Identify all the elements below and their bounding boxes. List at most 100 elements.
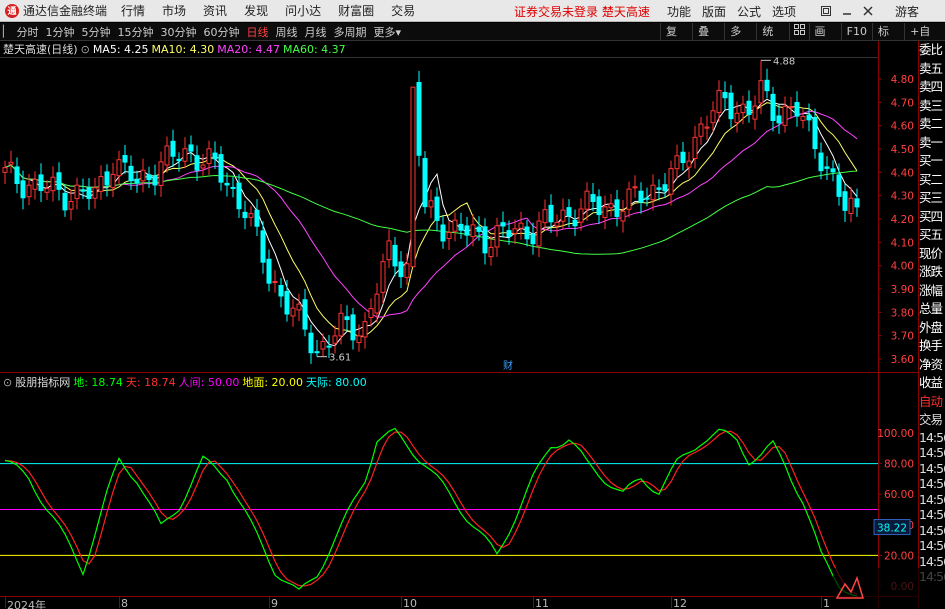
ma10-value: MA10: 4.30 [151, 42, 215, 56]
candle-body [824, 166, 830, 169]
candle-body [698, 123, 704, 137]
ma-settings-icon[interactable]: ⊙ [81, 43, 90, 56]
candle-body [680, 151, 686, 164]
chart-area[interactable]: 4.88 3.61 财 4.80 4.70 4.60 4.50 4.40 4.30 4.20 4.… [0, 41, 918, 609]
candle-body [620, 210, 626, 222]
candle-body [38, 174, 44, 192]
candle-body [140, 169, 146, 182]
indicator-settings-icon[interactable]: ⊙ [3, 376, 12, 389]
tab-auto[interactable]: 自动 [919, 393, 945, 412]
candle-body [722, 92, 728, 99]
grid-icon[interactable] [788, 23, 809, 41]
indicator-header: ⊙ 股朋指标网 地: 18.74 天: 18.74 人间: 50.00 地面: … [0, 375, 367, 390]
period-tab-daily[interactable]: 日线 [246, 24, 268, 40]
main-chart-header: 楚天高速(日线) ⊙ MA5: 4.25 MA10: 4.30 MA20: 4.… [0, 42, 346, 57]
candle-body [416, 82, 422, 156]
candle-body [122, 155, 128, 163]
menu-item-formula[interactable]: 公式 [737, 3, 761, 20]
tool-stats-button[interactable]: 统计 [756, 23, 788, 56]
menu-item-ask[interactable]: 问小达 [285, 2, 321, 19]
candle-body [398, 261, 404, 278]
candle-body [104, 171, 110, 186]
menu-item-wealth[interactable]: 财富圈 [338, 2, 374, 19]
tool-f10-button[interactable]: F10 [840, 23, 872, 41]
menu-item-bourse[interactable]: 市场 [162, 2, 186, 19]
tab-trade[interactable]: 交易 [919, 411, 945, 430]
y-tick-label: 4.70 [891, 97, 914, 109]
candle-body [734, 112, 740, 124]
tick-time: 14:56 [919, 491, 945, 507]
menu-item-layout[interactable]: 版面 [702, 3, 726, 20]
tick-time: 14:56 [919, 538, 945, 553]
x-tick-label: 9 [271, 597, 278, 609]
candle-body [8, 161, 14, 165]
candle-body [128, 165, 134, 182]
close-icon[interactable] [860, 4, 876, 18]
candle-body [164, 145, 170, 166]
tick-times: 14:5614:5614:5614:5614:5614:5614:5614:56… [919, 430, 945, 585]
minimize-icon[interactable] [839, 4, 855, 18]
y-tick-label: 4.10 [891, 237, 914, 249]
x-tick-mark [821, 596, 822, 608]
tool-adjust-button[interactable]: 复权 [660, 23, 692, 56]
quote-label: 买一 [919, 153, 943, 168]
period-tab-more[interactable]: 更多▾ [373, 24, 401, 40]
period-tab-60min[interactable]: 60分钟 [203, 24, 239, 40]
candle-body [482, 226, 488, 254]
quote-label: 卖二 [919, 116, 943, 131]
period-tab-5min[interactable]: 5分钟 [81, 24, 110, 40]
login-notice[interactable]: 证券交易未登录 楚天高速 [514, 3, 650, 20]
menu-item-discover[interactable]: 发现 [244, 2, 268, 19]
guest-label[interactable]: 游客 [895, 3, 919, 20]
candle-body [314, 351, 320, 354]
candle-body [764, 79, 770, 92]
candle-body [608, 203, 614, 209]
menu-item-news[interactable]: 资讯 [203, 2, 227, 19]
candle-body [62, 192, 68, 211]
candle-body [350, 314, 356, 341]
tool-mark-button[interactable]: 标记 [871, 23, 904, 56]
candle-body [26, 184, 32, 198]
tool-overlay-button[interactable]: 叠加 [692, 23, 724, 56]
period-tab-1min[interactable]: 1分钟 [45, 24, 74, 40]
tool-multi-stock-button[interactable]: 多股 [724, 23, 756, 56]
x-tick-label: 11 [535, 597, 549, 609]
quote-label: 卖四 [919, 79, 943, 94]
restore-icon[interactable] [818, 4, 834, 18]
x-tick-mark [5, 596, 6, 608]
candle-body [776, 115, 782, 124]
period-tab-monthly[interactable]: 月线 [304, 24, 326, 40]
candle-body [704, 126, 710, 129]
quote-label: 委比 [919, 42, 943, 57]
candle-body [110, 173, 116, 188]
watermark-logo-icon [835, 575, 865, 599]
candle-body [152, 175, 158, 186]
tool-add-watchlist-button[interactable]: +自选 [904, 23, 945, 56]
quote-label: 净资 [919, 356, 943, 372]
candle-body [836, 174, 842, 197]
toolbar-toggle-icon[interactable]: ▏ [3, 25, 11, 38]
tool-draw-button[interactable]: 画线 [808, 23, 841, 56]
menu-item-options[interactable]: 选项 [772, 3, 796, 20]
menu-bar: 通 通达信金融终端 行情 市场 资讯 发现 问小达 财富圈 交易 证券交易未登录… [0, 0, 945, 22]
candle-body [248, 213, 254, 218]
finance-marker[interactable]: 财 [503, 359, 513, 372]
period-tab-30min[interactable]: 30分钟 [160, 24, 196, 40]
candle-body [488, 246, 494, 258]
candle-body [740, 103, 746, 114]
period-tab-multi[interactable]: 多周期 [333, 24, 366, 40]
candle-body [560, 209, 566, 222]
candle-body [602, 206, 608, 218]
menu-item-market[interactable]: 行情 [121, 2, 145, 19]
candle-body [146, 174, 152, 181]
candle-body [464, 225, 470, 236]
indicator-tian-value: 天: 18.74 [125, 376, 176, 389]
menu-item-trade[interactable]: 交易 [391, 2, 415, 19]
y-tick-label: 4.00 [891, 261, 914, 273]
menu-item-function[interactable]: 功能 [667, 3, 691, 20]
period-tab-intraday[interactable]: 分时 [16, 24, 38, 40]
high-price-label: 4.88 [773, 56, 795, 67]
period-tab-15min[interactable]: 15分钟 [117, 24, 153, 40]
candle-body [716, 89, 722, 113]
period-tab-weekly[interactable]: 周线 [275, 24, 297, 40]
